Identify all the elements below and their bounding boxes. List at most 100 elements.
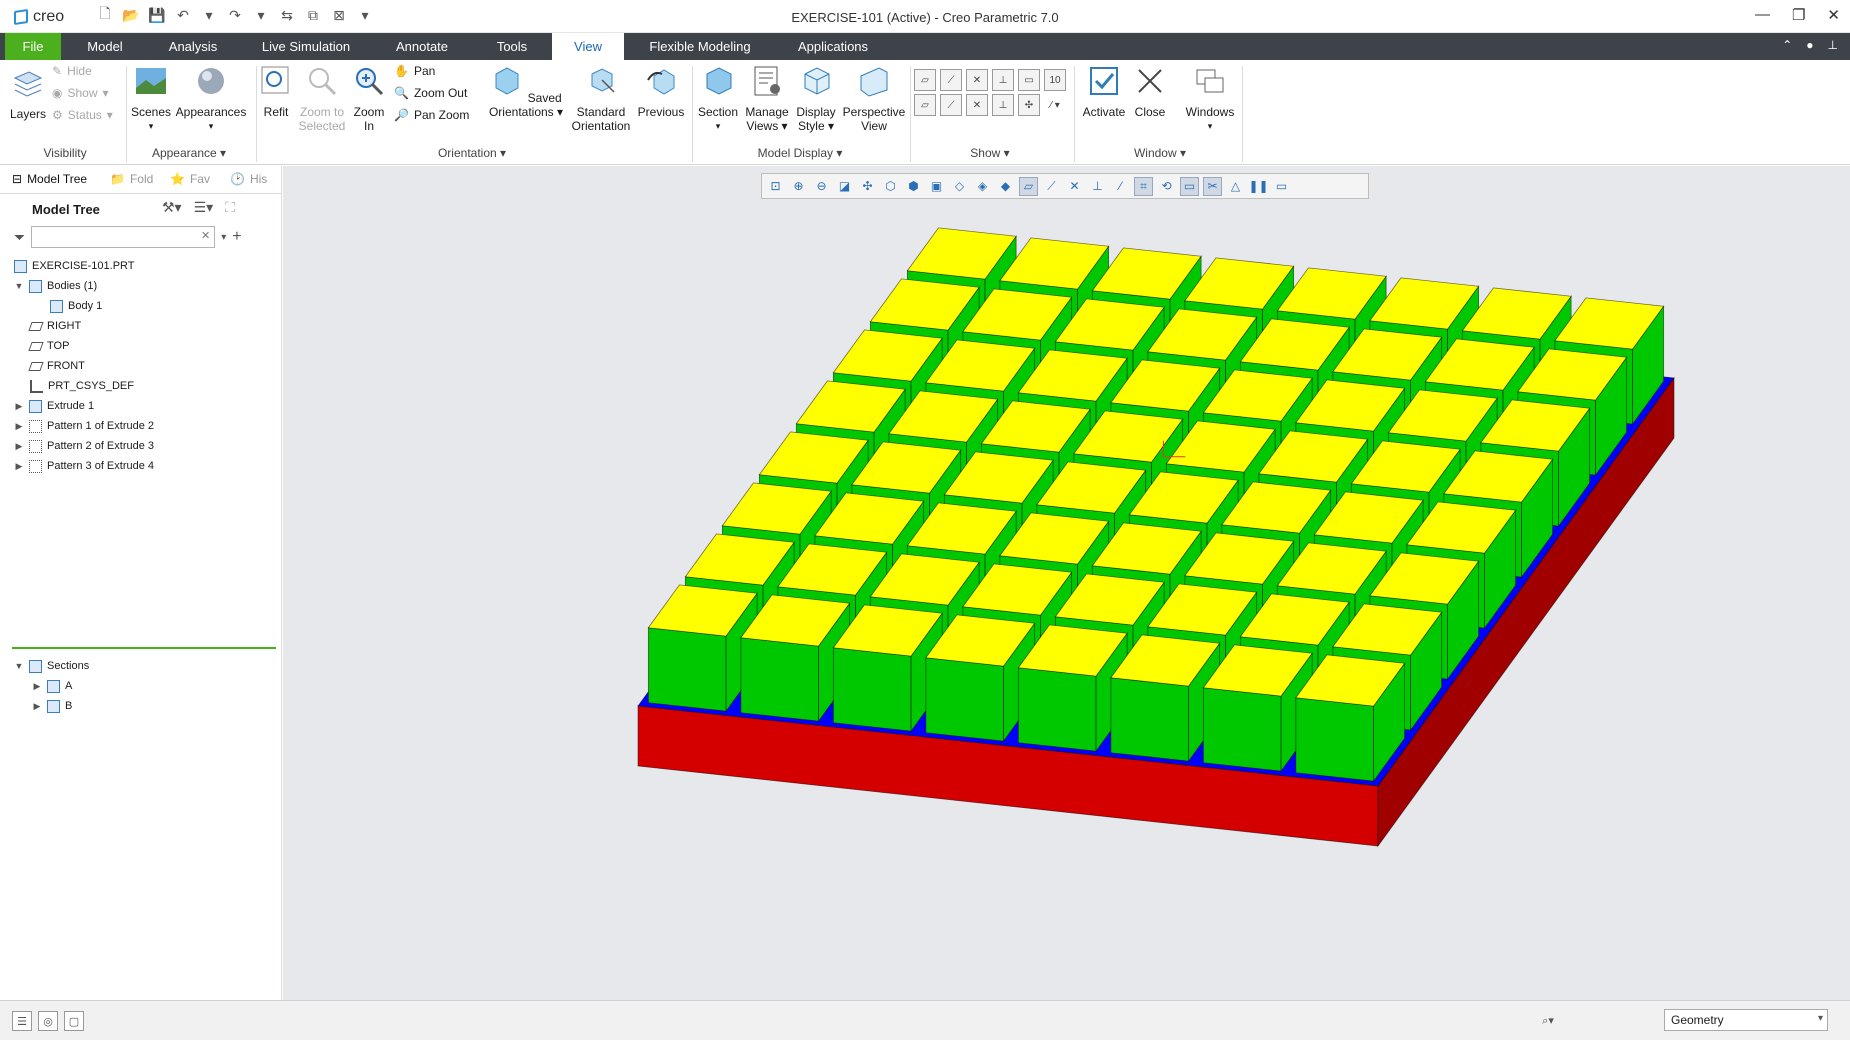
tab-history[interactable]: 🕑 His <box>230 172 267 186</box>
zoom-in-button[interactable]: Zoom In <box>350 64 388 133</box>
status-button[interactable]: ⚙ Status ▾ <box>52 108 113 122</box>
maximize-icon[interactable]: ❐ <box>1792 6 1805 24</box>
point-display-icon[interactable]: ✕ <box>966 69 988 91</box>
full-screen-icon[interactable]: ▢ <box>64 1011 84 1031</box>
spin-center-icon[interactable]: ✣ <box>1018 94 1040 116</box>
collapse-icon[interactable]: ▼ <box>14 656 24 676</box>
help-icon[interactable]: ● <box>1806 38 1813 52</box>
group-label-model-display[interactable]: Model Display ▾ <box>744 146 856 160</box>
tab-model-tree[interactable]: ⊟ Model Tree <box>12 172 87 186</box>
tree-item-front[interactable]: FRONT <box>14 356 154 376</box>
plane-tag-display-icon[interactable]: ▭ <box>1018 69 1040 91</box>
expand-icon[interactable]: ▶ <box>32 676 42 696</box>
tree-item-pattern-2[interactable]: ▶ Pattern 2 of Extrude 3 <box>14 436 154 456</box>
tree-columns-icon[interactable]: ☰▾ <box>194 199 214 216</box>
pin-front-face[interactable] <box>647 627 727 712</box>
toggle-browser-icon[interactable]: ◎ <box>38 1011 58 1031</box>
pin-icon[interactable]: ⊥ <box>1828 38 1838 52</box>
csys-tag-icon[interactable]: ⊥ <box>992 94 1014 116</box>
tab-applications[interactable]: Applications <box>786 33 880 60</box>
section-button[interactable]: Section ▾ <box>694 64 742 133</box>
3d-model-view[interactable] <box>283 166 1850 1000</box>
zoom-to-selected-button[interactable]: Zoom to Selected <box>296 64 348 133</box>
tab-annotate[interactable]: Annotate <box>386 33 458 60</box>
tree-item-extrude-1[interactable]: ▶ Extrude 1 <box>14 396 154 416</box>
tree-search-input[interactable] <box>31 226 216 248</box>
point-tag-icon[interactable]: ✕ <box>966 94 988 116</box>
tree-item-sections[interactable]: ▼ Sections <box>14 656 89 676</box>
filter-icon[interactable]: ⏷ <box>14 229 25 246</box>
appearances-button[interactable]: Appearances ▾ <box>174 64 248 133</box>
minimize-icon[interactable]: — <box>1755 6 1770 24</box>
pin-front-face[interactable] <box>925 657 1004 742</box>
graphics-window[interactable]: ⊡ ⊕ ⊖ ◪ ✣ ⬡ ⬢ ▣ ◇ ◈ ◆ ⏥ ⟋ ✕ ⊥ ⁄ ⌗ ⟲ ▭ ✂ … <box>283 166 1850 1000</box>
scenes-button[interactable]: Scenes ▾ <box>130 64 172 133</box>
pin-front-face[interactable] <box>1295 697 1374 782</box>
expand-icon[interactable]: ▶ <box>14 456 24 476</box>
pin-front-face[interactable] <box>832 647 912 732</box>
display-style-button[interactable]: Display Style ▾ <box>792 64 840 133</box>
tree-item-part[interactable]: EXERCISE-101.PRT <box>14 256 154 276</box>
tab-favorites[interactable]: ⭐ Fav <box>170 172 210 186</box>
tab-file[interactable]: File <box>5 33 61 60</box>
close-window-button[interactable]: Close <box>1130 64 1170 119</box>
group-label-appearance[interactable]: Appearance ▾ <box>146 146 232 160</box>
group-label-orientation[interactable]: Orientation ▾ <box>420 146 524 160</box>
tree-item-body-1[interactable]: Body 1 <box>14 296 154 316</box>
layers-button[interactable]: Layers <box>8 66 48 121</box>
hide-button[interactable]: ✎ Hide <box>52 64 92 78</box>
tree-item-pattern-3[interactable]: ▶ Pattern 3 of Extrude 4 <box>14 456 154 476</box>
refit-button[interactable]: Refit <box>258 64 294 119</box>
csys-display-icon[interactable]: ⊥ <box>992 69 1014 91</box>
group-label-window[interactable]: Window ▾ <box>1120 146 1200 160</box>
expand-icon[interactable]: ▶ <box>14 416 24 436</box>
tab-flexible-modeling[interactable]: Flexible Modeling <box>640 33 760 60</box>
pin-front-face[interactable] <box>740 637 819 722</box>
axis-display-icon[interactable]: ⟋ <box>940 69 962 91</box>
tree-filter-off-icon[interactable]: ⛶ <box>225 199 235 216</box>
tab-model[interactable]: Model <box>74 33 136 60</box>
activate-button[interactable]: Activate <box>1080 64 1128 119</box>
group-label-show[interactable]: Show ▾ <box>960 146 1020 160</box>
previous-button[interactable]: Previous <box>636 64 686 119</box>
sketch-display-icon[interactable]: ⁄ ▾ <box>1044 94 1066 116</box>
collapse-ribbon-icon[interactable]: ⌃ <box>1782 38 1792 52</box>
saved-orientations-button[interactable]: Saved Orientations ▾ <box>486 64 566 119</box>
standard-orientation-button[interactable]: Standard Orientation <box>568 64 634 133</box>
expand-icon[interactable]: ▶ <box>14 396 24 416</box>
find-binoculars-icon[interactable]: ⌕▾ <box>1530 1011 1566 1031</box>
windows-button[interactable]: Windows ▾ <box>1182 64 1238 133</box>
plane-display-icon[interactable]: ⏥ <box>914 69 936 91</box>
show-button[interactable]: ◉ Show ▾ <box>52 86 109 100</box>
zoom-out-button[interactable]: 🔍 Zoom Out <box>394 86 467 100</box>
tab-live-simulation[interactable]: Live Simulation <box>252 33 360 60</box>
tab-view[interactable]: View <box>552 33 624 60</box>
annotation-display-icon[interactable]: 10 <box>1044 69 1066 91</box>
tree-settings-icon[interactable]: ⚒▾ <box>162 199 182 216</box>
plane-tag-icon[interactable]: ⏥ <box>914 94 936 116</box>
manage-views-button[interactable]: Manage Views ▾ <box>744 64 790 133</box>
tree-item-top[interactable]: TOP <box>14 336 154 356</box>
pan-button[interactable]: ✋ Pan <box>394 64 435 78</box>
selection-filter-select[interactable]: Geometry ▾ <box>1664 1009 1828 1031</box>
tree-item-section-a[interactable]: ▶ A <box>14 676 89 696</box>
expand-icon[interactable]: ▶ <box>14 436 24 456</box>
collapse-icon[interactable]: ▼ <box>14 276 24 296</box>
tree-item-right[interactable]: RIGHT <box>14 316 154 336</box>
tree-item-csys[interactable]: PRT_CSYS_DEF <box>14 376 154 396</box>
axis-tag-icon[interactable]: ⟋ <box>940 94 962 116</box>
pin-front-face[interactable] <box>1202 687 1282 772</box>
search-dropdown-icon[interactable]: ▾ <box>221 232 226 243</box>
toggle-navigator-icon[interactable]: ☰ <box>12 1011 32 1031</box>
perspective-view-button[interactable]: Perspective View <box>842 64 906 133</box>
tab-folder-browser[interactable]: 📁 Fold <box>110 172 153 186</box>
tab-tools[interactable]: Tools <box>484 33 540 60</box>
tree-item-section-b[interactable]: ▶ B <box>14 696 89 716</box>
tree-item-bodies[interactable]: ▼ Bodies (1) <box>14 276 154 296</box>
close-icon[interactable]: ✕ <box>1827 6 1840 24</box>
clear-search-icon[interactable]: ✕ <box>201 229 210 242</box>
add-filter-icon[interactable]: + <box>232 228 241 246</box>
tree-item-pattern-1[interactable]: ▶ Pattern 1 of Extrude 2 <box>14 416 154 436</box>
tab-analysis[interactable]: Analysis <box>160 33 226 60</box>
expand-icon[interactable]: ▶ <box>32 696 42 716</box>
